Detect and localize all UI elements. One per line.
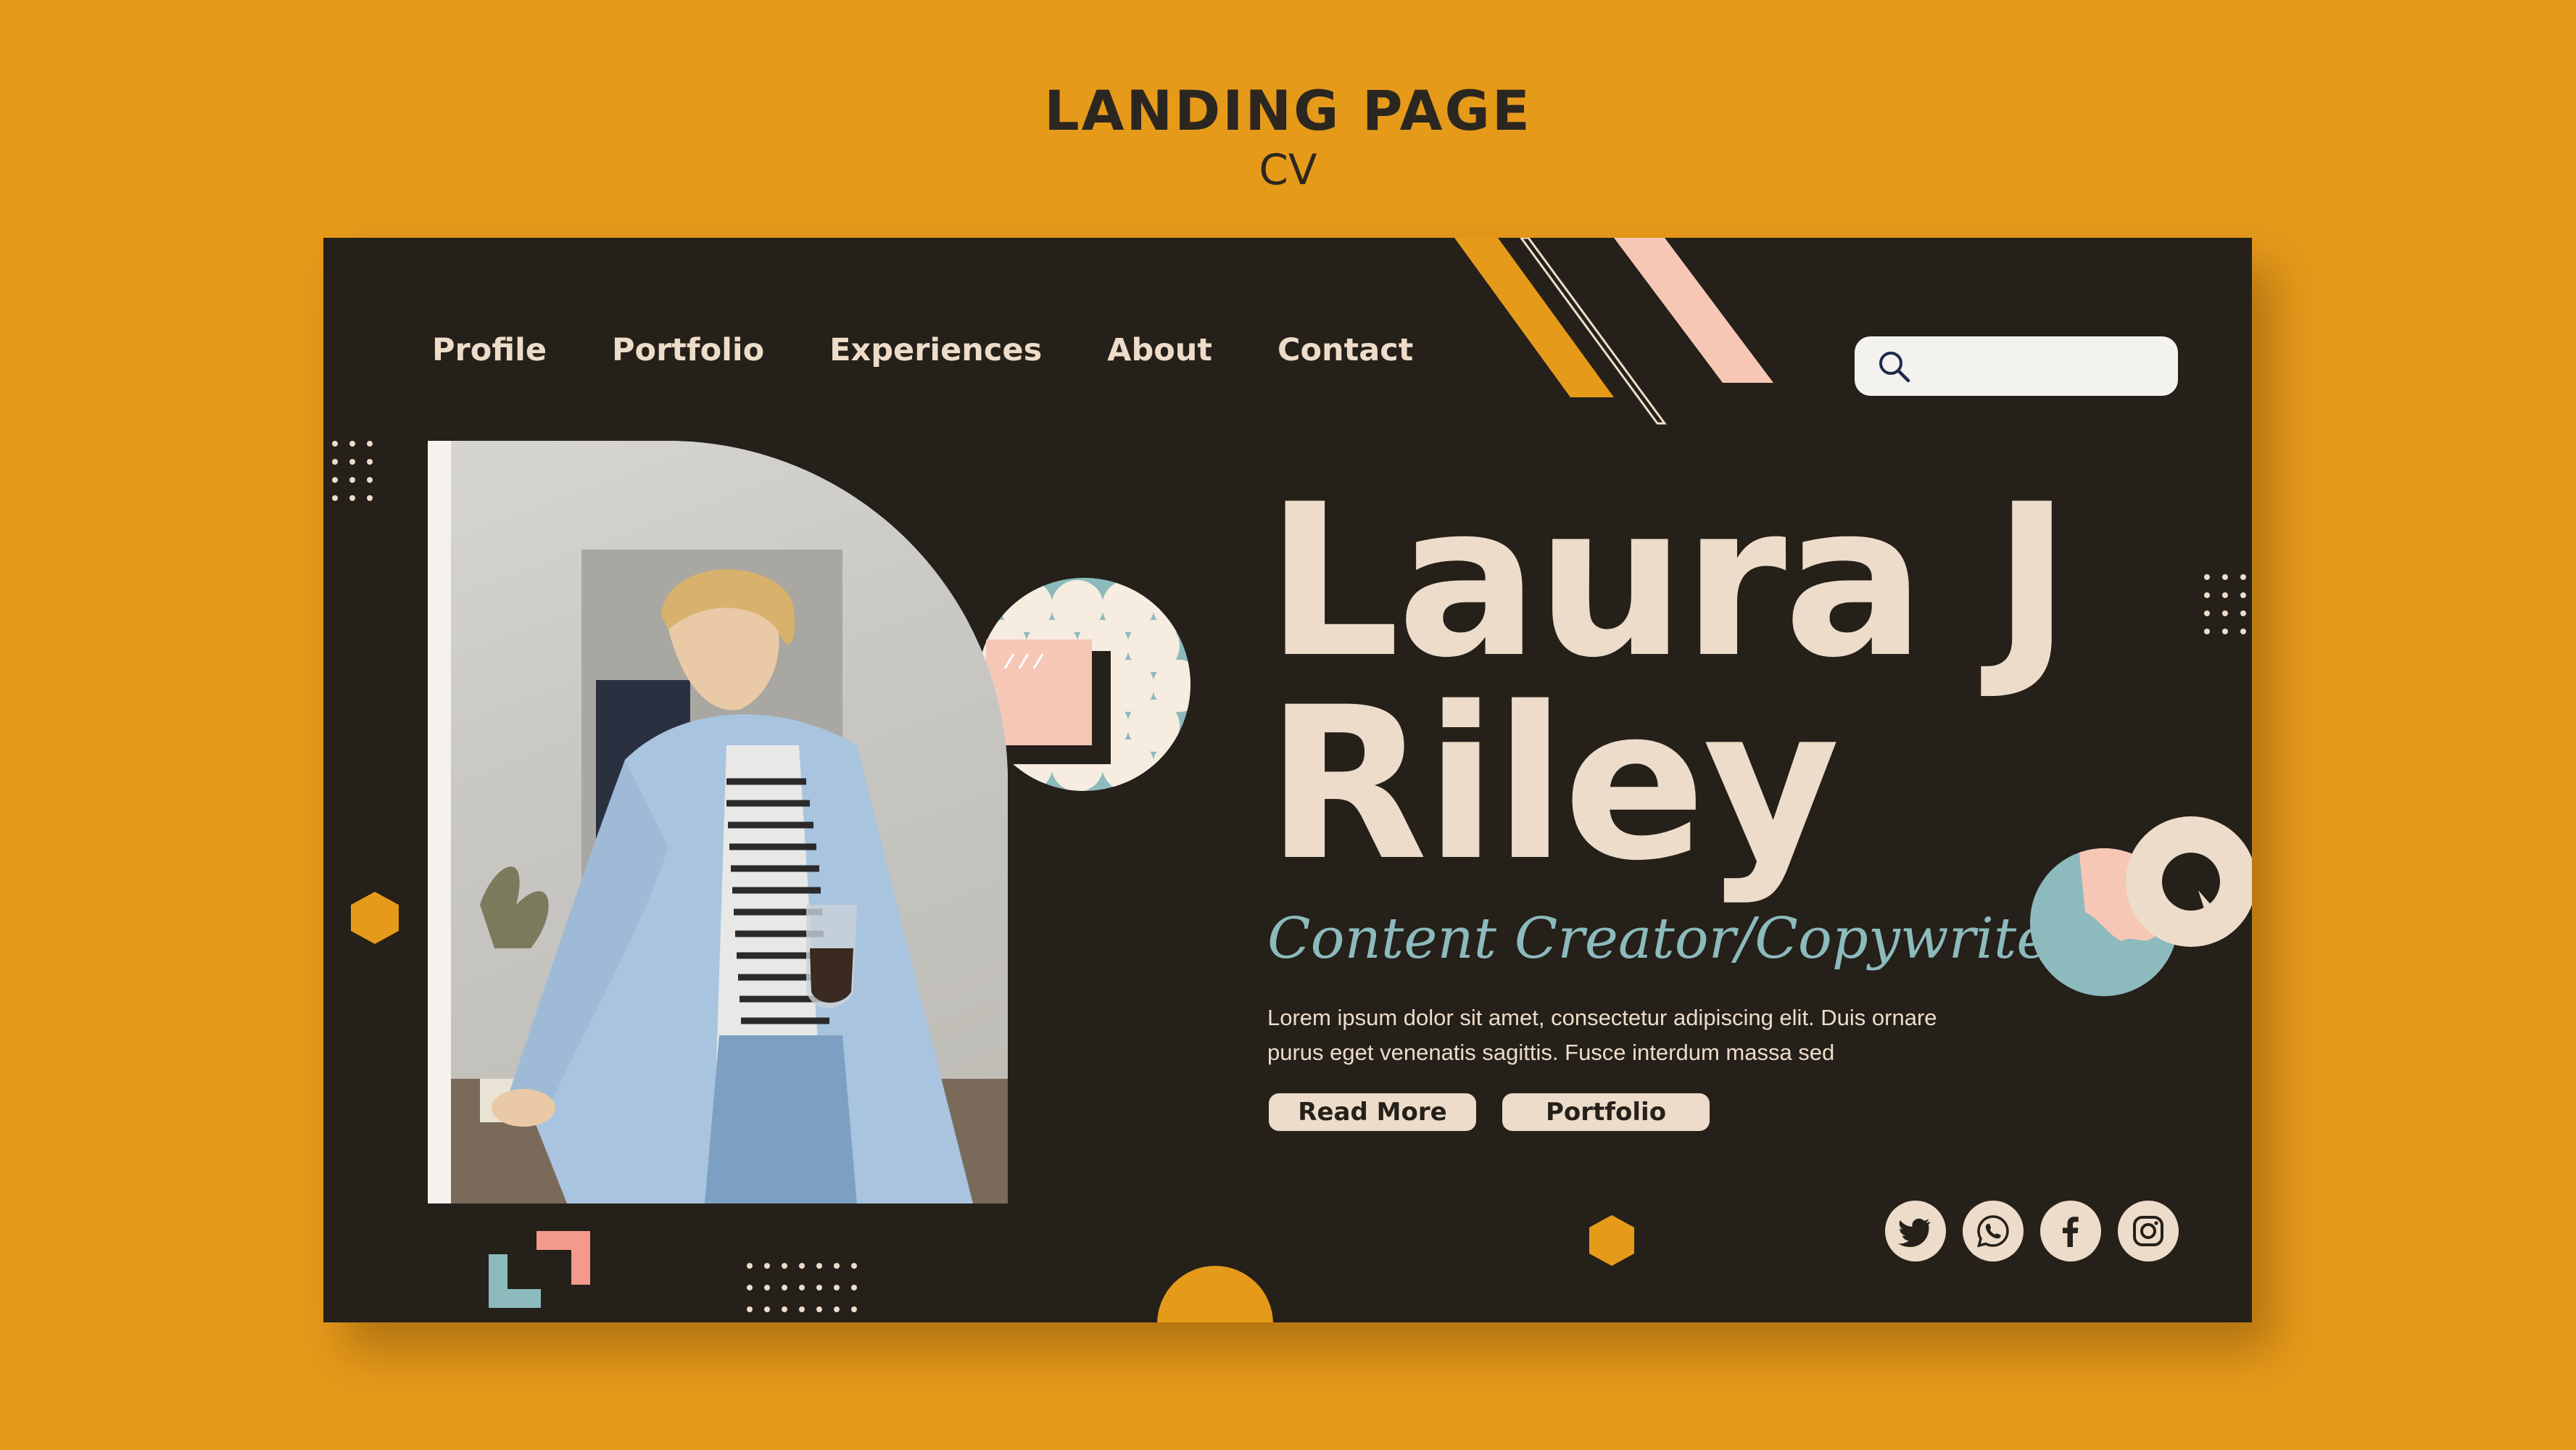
job-title: Content Creator/Copywriter [1267, 906, 2077, 972]
half-circle-decoration [1157, 1266, 1273, 1322]
dot-grid-decoration [2204, 574, 2246, 634]
facebook-icon [2063, 1217, 2079, 1247]
name-line-2: Riley [1266, 663, 1840, 907]
twitter-icon [1898, 1218, 1931, 1248]
scallop-circle-decoration [977, 578, 1190, 791]
page-subheading: CV [1259, 145, 1317, 194]
circles-decoration [2030, 816, 2252, 996]
search-icon[interactable] [1876, 349, 1911, 384]
whatsapp-icon [1977, 1215, 2009, 1248]
nav-profile[interactable]: Profile [432, 332, 547, 368]
bracket-decoration [489, 1231, 590, 1308]
twitter-button[interactable] [1885, 1201, 1946, 1262]
read-more-button[interactable]: Read More [1269, 1093, 1476, 1131]
portfolio-button[interactable]: Portfolio [1502, 1093, 1710, 1131]
main-nav: Profile Portfolio Experiences About Cont… [432, 332, 1413, 368]
profile-photo [451, 441, 1008, 1204]
search-bar[interactable] [1855, 336, 2178, 396]
stripes-decoration [1454, 238, 1773, 425]
whatsapp-button[interactable] [1963, 1201, 2024, 1262]
description-text: Lorem ipsum dolor sit amet, consectetur … [1267, 1005, 1937, 1065]
hexagon-decoration [351, 892, 399, 944]
nav-experiences[interactable]: Experiences [829, 332, 1042, 368]
landing-card: Profile Portfolio Experiences About Cont… [323, 238, 2252, 1322]
dot-grid-decoration [747, 1263, 857, 1312]
name-line-1: Laura J [1266, 460, 2071, 704]
woman-illustration [451, 550, 1008, 1204]
profile-photo-frame [428, 441, 1008, 1204]
hexagon-decoration [1589, 1215, 1634, 1266]
facebook-button[interactable] [2040, 1201, 2101, 1262]
instagram-button[interactable] [2118, 1201, 2179, 1262]
nav-contact[interactable]: Contact [1277, 332, 1413, 368]
search-input[interactable] [1924, 347, 2166, 387]
nav-about[interactable]: About [1107, 332, 1212, 368]
dot-grid-decoration [332, 441, 373, 501]
instagram-icon [2133, 1216, 2163, 1246]
page-heading: LANDING PAGE [1044, 78, 1532, 143]
nav-portfolio[interactable]: Portfolio [612, 332, 764, 368]
